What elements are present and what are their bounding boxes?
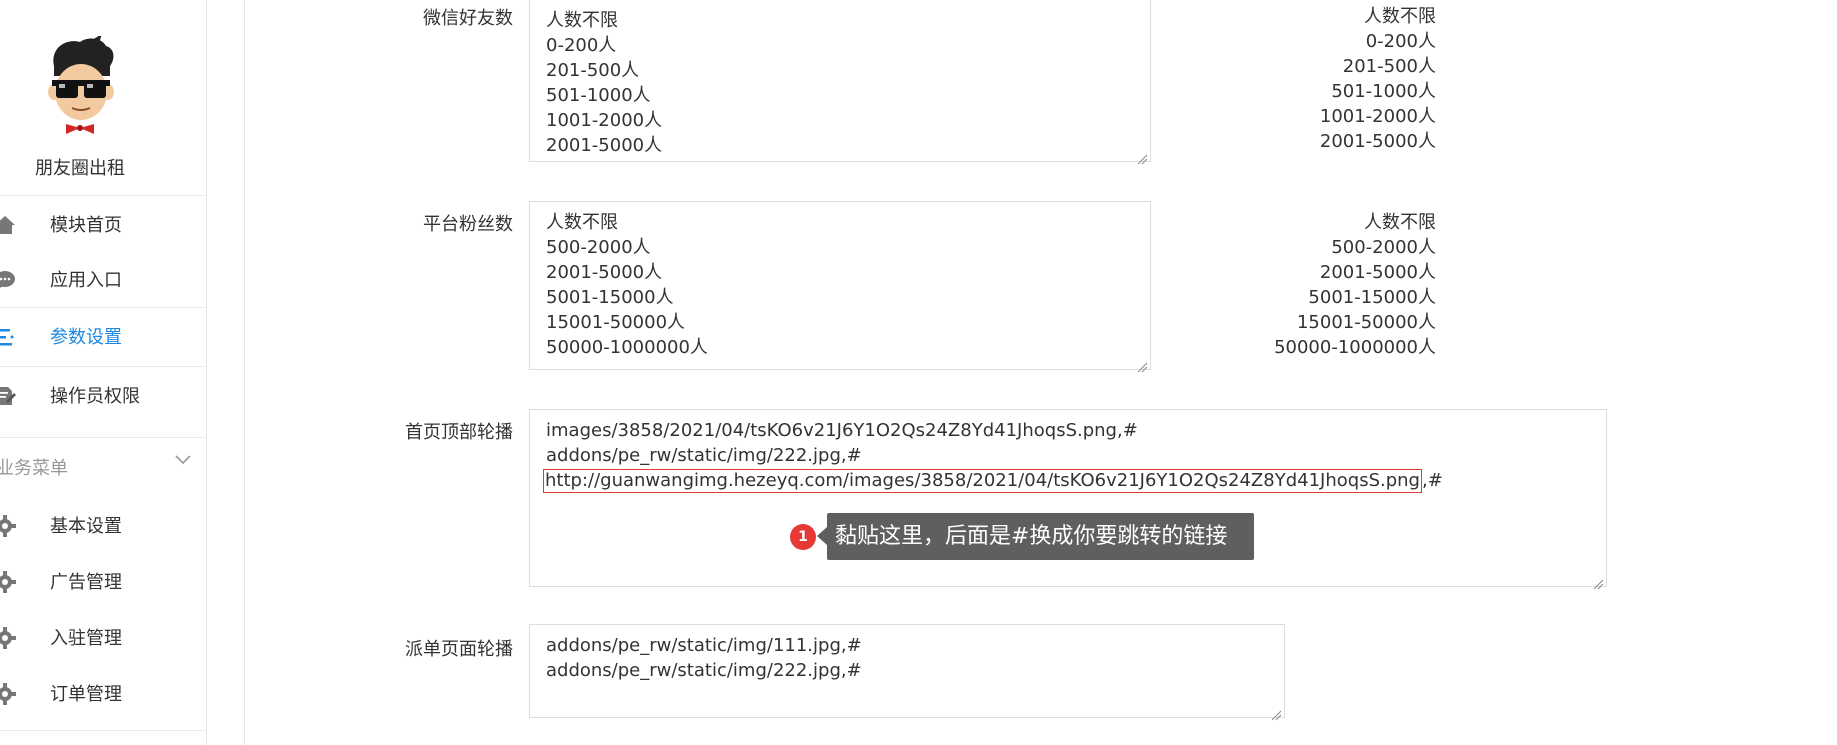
- resize-handle-icon[interactable]: [1136, 355, 1148, 373]
- platform-fans-textarea[interactable]: 人数不限 500-2000人 2001-5000人 5001-15000人 15…: [529, 201, 1151, 373]
- textarea-line: images/3858/2021/04/tsKO6v21J6Y1O2Qs24Z8…: [546, 420, 1138, 441]
- nav-item-ad-management[interactable]: 广告管理: [0, 553, 206, 609]
- resize-handle-icon[interactable]: [1592, 572, 1604, 590]
- textarea-line: 人数不限: [546, 10, 618, 31]
- nav-item-settle-management[interactable]: 入驻管理: [0, 609, 206, 665]
- nav-item-operator-permissions[interactable]: 操作员权限: [0, 366, 206, 422]
- nav-item-label: 模块首页: [50, 214, 122, 236]
- chat-bubble-icon: [0, 269, 16, 291]
- content-divider: [244, 0, 245, 745]
- gear-icon: [0, 683, 16, 705]
- textarea-line: addons/pe_rw/static/img/222.jpg,#: [546, 660, 862, 681]
- textarea-line: 2001-5000人: [546, 262, 663, 283]
- url-suffix: ,#: [1421, 470, 1443, 491]
- nav-item-module-home[interactable]: 模块首页: [0, 195, 206, 251]
- textarea-line: 2001-5000人: [546, 135, 663, 156]
- step-badge: 1: [790, 524, 816, 550]
- resize-handle-icon[interactable]: [1136, 147, 1148, 165]
- preview-line: 人数不限: [1364, 6, 1436, 27]
- preview-line: 1001-2000人: [1319, 106, 1436, 127]
- resize-handle-icon[interactable]: [1270, 703, 1282, 721]
- nav-item-label: 订单管理: [50, 684, 122, 705]
- textarea-line: 15001-50000人: [546, 312, 686, 333]
- section-label: 业务菜单: [0, 458, 68, 479]
- wechat-friends-preview: 人数不限 0-200人 201-500人 501-1000人 1001-2000…: [1220, 4, 1436, 154]
- field-label-wechat-friends: 微信好友数: [423, 8, 513, 29]
- preview-line: 人数不限: [1364, 212, 1436, 233]
- preview-line: 2001-5000人: [1319, 262, 1436, 283]
- textarea-line: 5001-15000人: [546, 287, 674, 308]
- business-menu-header[interactable]: 业务菜单: [0, 437, 206, 493]
- preview-line: 2001-5000人: [1319, 131, 1436, 152]
- preview-line: 50000-1000000人: [1274, 337, 1436, 358]
- list-settings-icon: [0, 326, 16, 348]
- nav-item-basic-settings[interactable]: 基本设置: [0, 497, 206, 553]
- preview-line: 201-500人: [1342, 56, 1436, 77]
- textarea-line: 人数不限: [546, 212, 618, 233]
- wechat-friends-textarea[interactable]: 人数不限 0-200人 201-500人 501-1000人 1001-2000…: [529, 0, 1151, 165]
- nav-item-param-settings[interactable]: 参数设置: [0, 307, 206, 363]
- app-name: 朋友圈出租: [35, 158, 125, 179]
- nav-item-label: 基本设置: [50, 516, 122, 537]
- gear-icon: [0, 627, 16, 649]
- platform-fans-preview: 人数不限 500-2000人 2001-5000人 5001-15000人 15…: [1220, 210, 1436, 360]
- preview-line: 0-200人: [1365, 31, 1436, 52]
- textarea-line: 0-200人: [546, 35, 617, 56]
- textarea-line: 501-1000人: [546, 85, 651, 106]
- textarea-line: 50000-1000000人: [546, 337, 708, 358]
- field-label-dispatch-carousel: 派单页面轮播: [405, 639, 513, 660]
- preview-line: 501-1000人: [1331, 81, 1436, 102]
- nav-item-label: 应用入口: [50, 270, 122, 291]
- preview-line: 15001-50000人: [1296, 312, 1436, 333]
- chevron-down-icon: [174, 450, 192, 468]
- gear-icon: [0, 515, 16, 537]
- textarea-line: 1001-2000人: [546, 110, 663, 131]
- field-label-platform-fans: 平台粉丝数: [423, 214, 513, 235]
- preview-line: 500-2000人: [1331, 237, 1436, 258]
- textarea-line: addons/pe_rw/static/img/222.jpg,#: [546, 445, 862, 466]
- highlighted-url: http://guanwangimg.hezeyq.com/images/385…: [543, 469, 1422, 493]
- home-icon: [0, 214, 16, 236]
- nav-item-label: 操作员权限: [50, 385, 140, 407]
- annotation-tooltip: 黏贴这里，后面是#换成你要跳转的链接: [817, 513, 1254, 560]
- nav-item-label: 广告管理: [50, 572, 122, 593]
- edit-document-icon: [0, 385, 16, 407]
- nav-item-order-management[interactable]: 订单管理: [0, 665, 206, 721]
- app-avatar: [36, 34, 124, 134]
- preview-line: 5001-15000人: [1308, 287, 1436, 308]
- nav-item-label: 入驻管理: [50, 628, 122, 649]
- dispatch-carousel-textarea[interactable]: addons/pe_rw/static/img/111.jpg,# addons…: [529, 624, 1285, 721]
- divider: [0, 730, 206, 731]
- field-label-home-carousel: 首页顶部轮播: [405, 422, 513, 443]
- home-carousel-textarea[interactable]: images/3858/2021/04/tsKO6v21J6Y1O2Qs24Z8…: [529, 409, 1607, 590]
- textarea-line: http://guanwangimg.hezeyq.com/images/385…: [543, 468, 1590, 493]
- gear-icon: [0, 571, 16, 593]
- textarea-line: 201-500人: [546, 60, 640, 81]
- sidebar: 朋友圈出租 模块首页 应用入口 参数设置 操作员权限 业务菜单 基本设置 广告管…: [0, 0, 207, 745]
- nav-item-label: 参数设置: [50, 326, 122, 348]
- textarea-line: 500-2000人: [546, 237, 651, 258]
- textarea-line: addons/pe_rw/static/img/111.jpg,#: [546, 635, 862, 656]
- nav-item-app-entry[interactable]: 应用入口: [0, 251, 206, 307]
